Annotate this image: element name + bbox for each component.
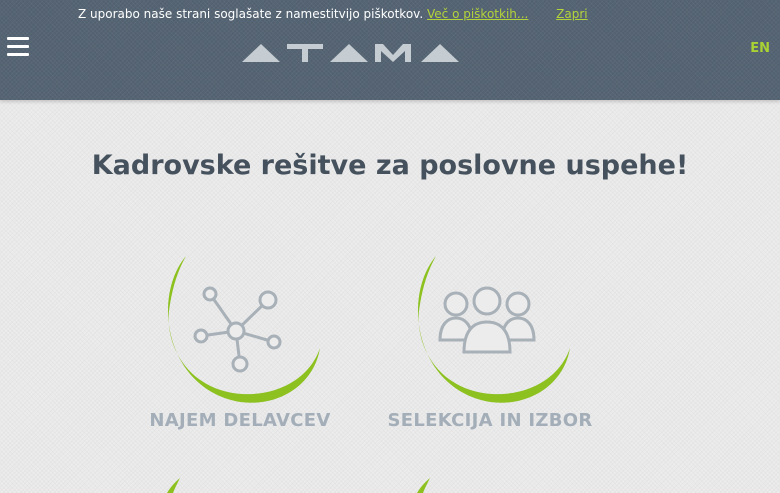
cookie-more-link[interactable]: Več o piškotkih... bbox=[427, 7, 528, 21]
people-group-icon bbox=[438, 286, 536, 354]
language-switch[interactable]: EN bbox=[750, 41, 770, 56]
service-selekcija-in-izbor[interactable]: SELEKCIJA IN IZBOR bbox=[370, 254, 610, 444]
service-label: SELEKCIJA IN IZBOR bbox=[387, 410, 593, 431]
site-header: Z uporabo naše strani soglašate z namest… bbox=[0, 0, 780, 100]
atama-logo[interactable] bbox=[242, 42, 460, 64]
green-ring-icon bbox=[167, 478, 180, 493]
cookie-notice-text: Z uporabo naše strani soglašate z namest… bbox=[78, 7, 424, 21]
network-icon bbox=[193, 286, 282, 373]
service-label: NAJEM DELAVCEV bbox=[149, 410, 331, 431]
cookie-notice: Z uporabo naše strani soglašate z namest… bbox=[78, 6, 588, 22]
hamburger-menu-icon[interactable] bbox=[7, 37, 29, 59]
page-headline: Kadrovske rešitve za poslovne uspehe! bbox=[91, 150, 689, 181]
green-ring-icon bbox=[417, 478, 430, 493]
cookie-close-link[interactable]: Zapri bbox=[556, 7, 587, 21]
service-najem-delavcev[interactable]: NAJEM DELAVCEV bbox=[120, 254, 360, 444]
